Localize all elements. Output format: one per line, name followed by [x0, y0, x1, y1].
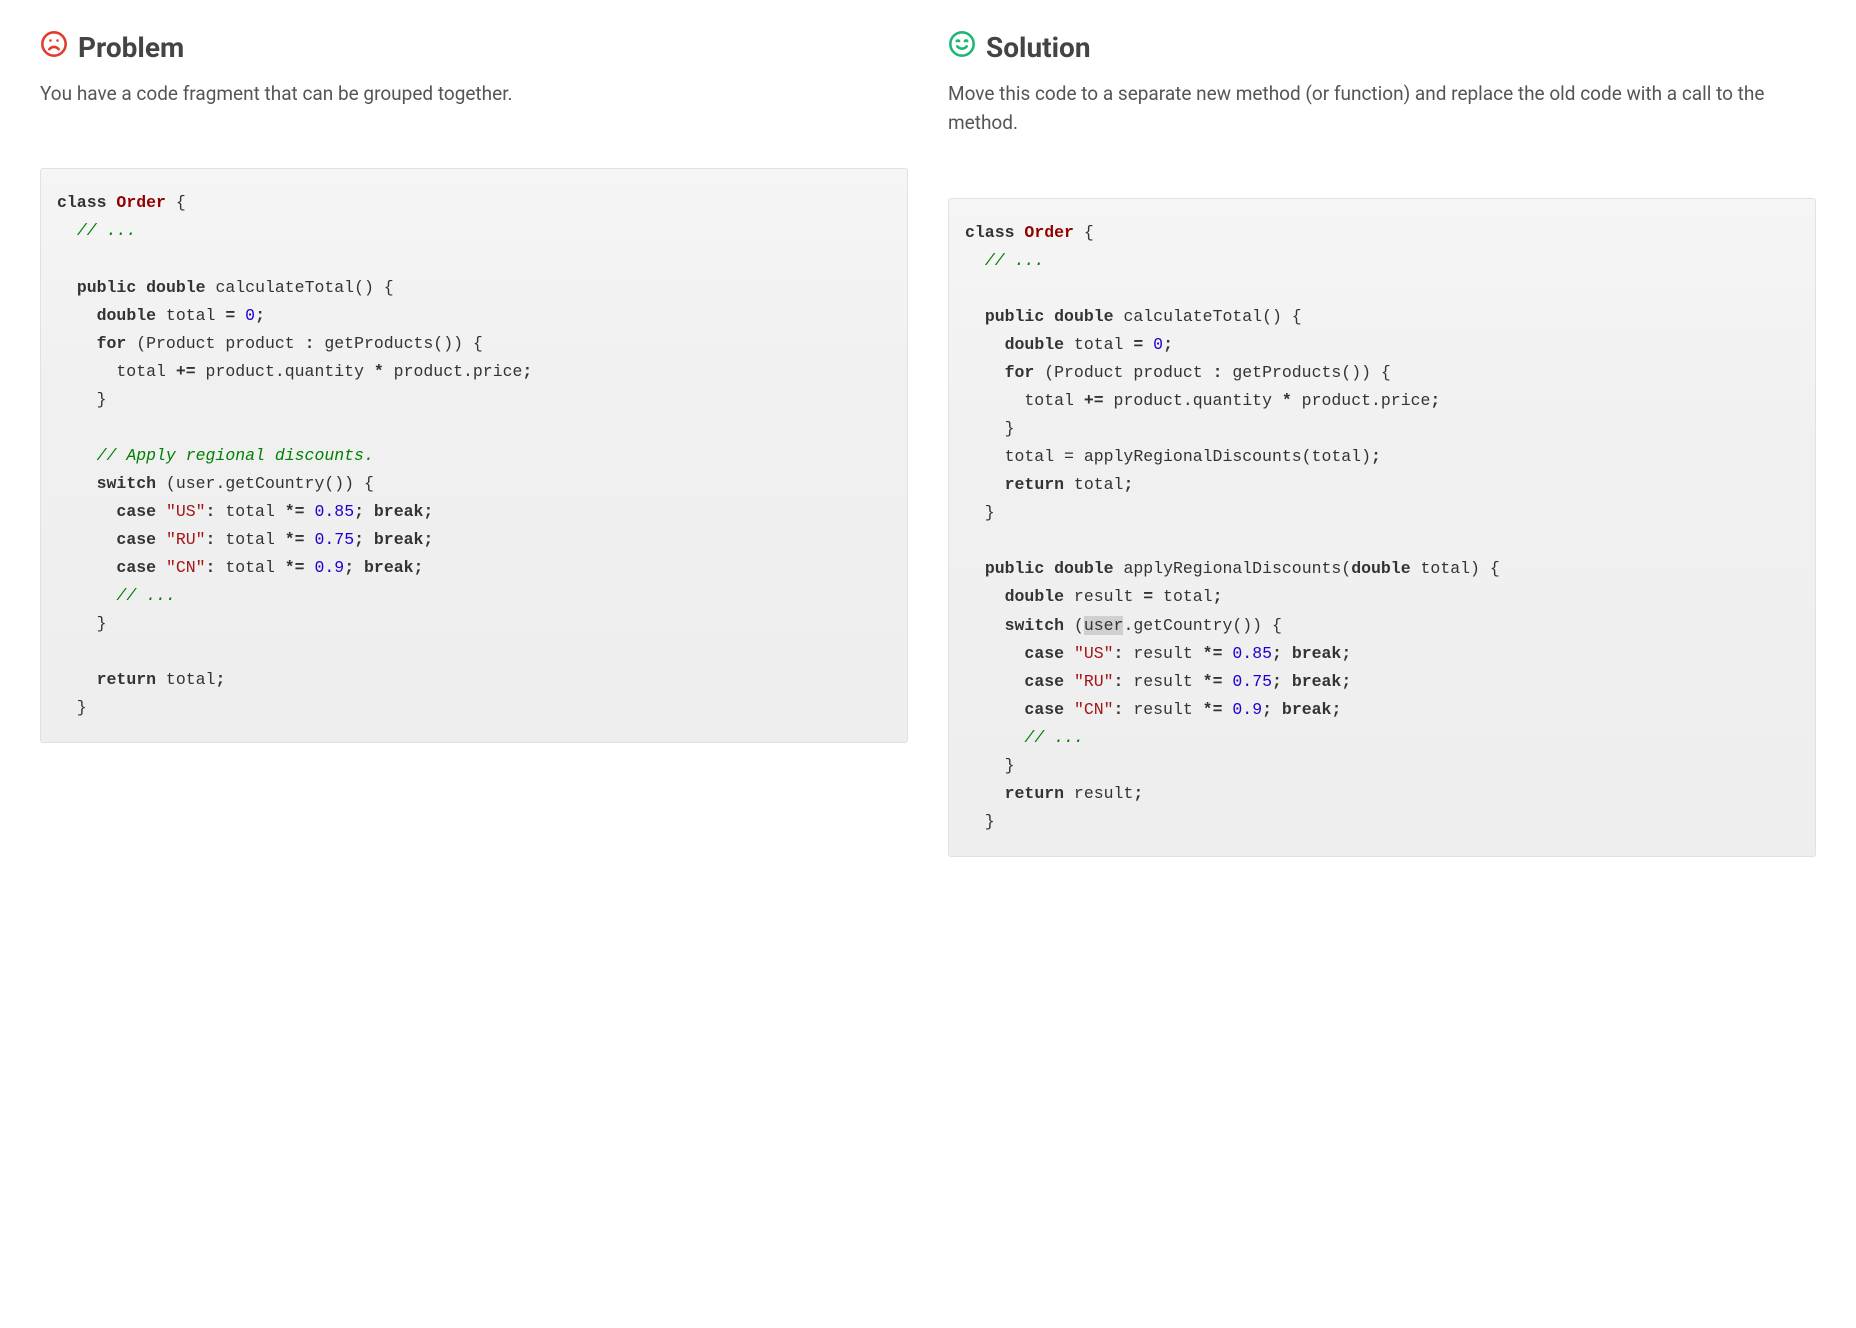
problem-heading: Problem	[40, 30, 908, 64]
problem-heading-text: Problem	[78, 31, 184, 64]
solution-code-block: class Order { // ... public double calcu…	[948, 198, 1816, 857]
solution-heading: Solution	[948, 30, 1816, 64]
problem-column: Problem You have a code fragment that ca…	[40, 30, 908, 857]
frown-icon	[40, 30, 68, 64]
solution-description: Move this code to a separate new method …	[948, 79, 1816, 138]
problem-code-block: class Order { // ... public double calcu…	[40, 168, 908, 743]
problem-description: You have a code fragment that can be gro…	[40, 79, 908, 108]
solution-heading-text: Solution	[986, 31, 1091, 64]
solution-column: Solution Move this code to a separate ne…	[948, 30, 1816, 857]
problem-code: class Order { // ... public double calcu…	[57, 189, 891, 722]
solution-code: class Order { // ... public double calcu…	[965, 219, 1799, 836]
smile-icon	[948, 30, 976, 64]
